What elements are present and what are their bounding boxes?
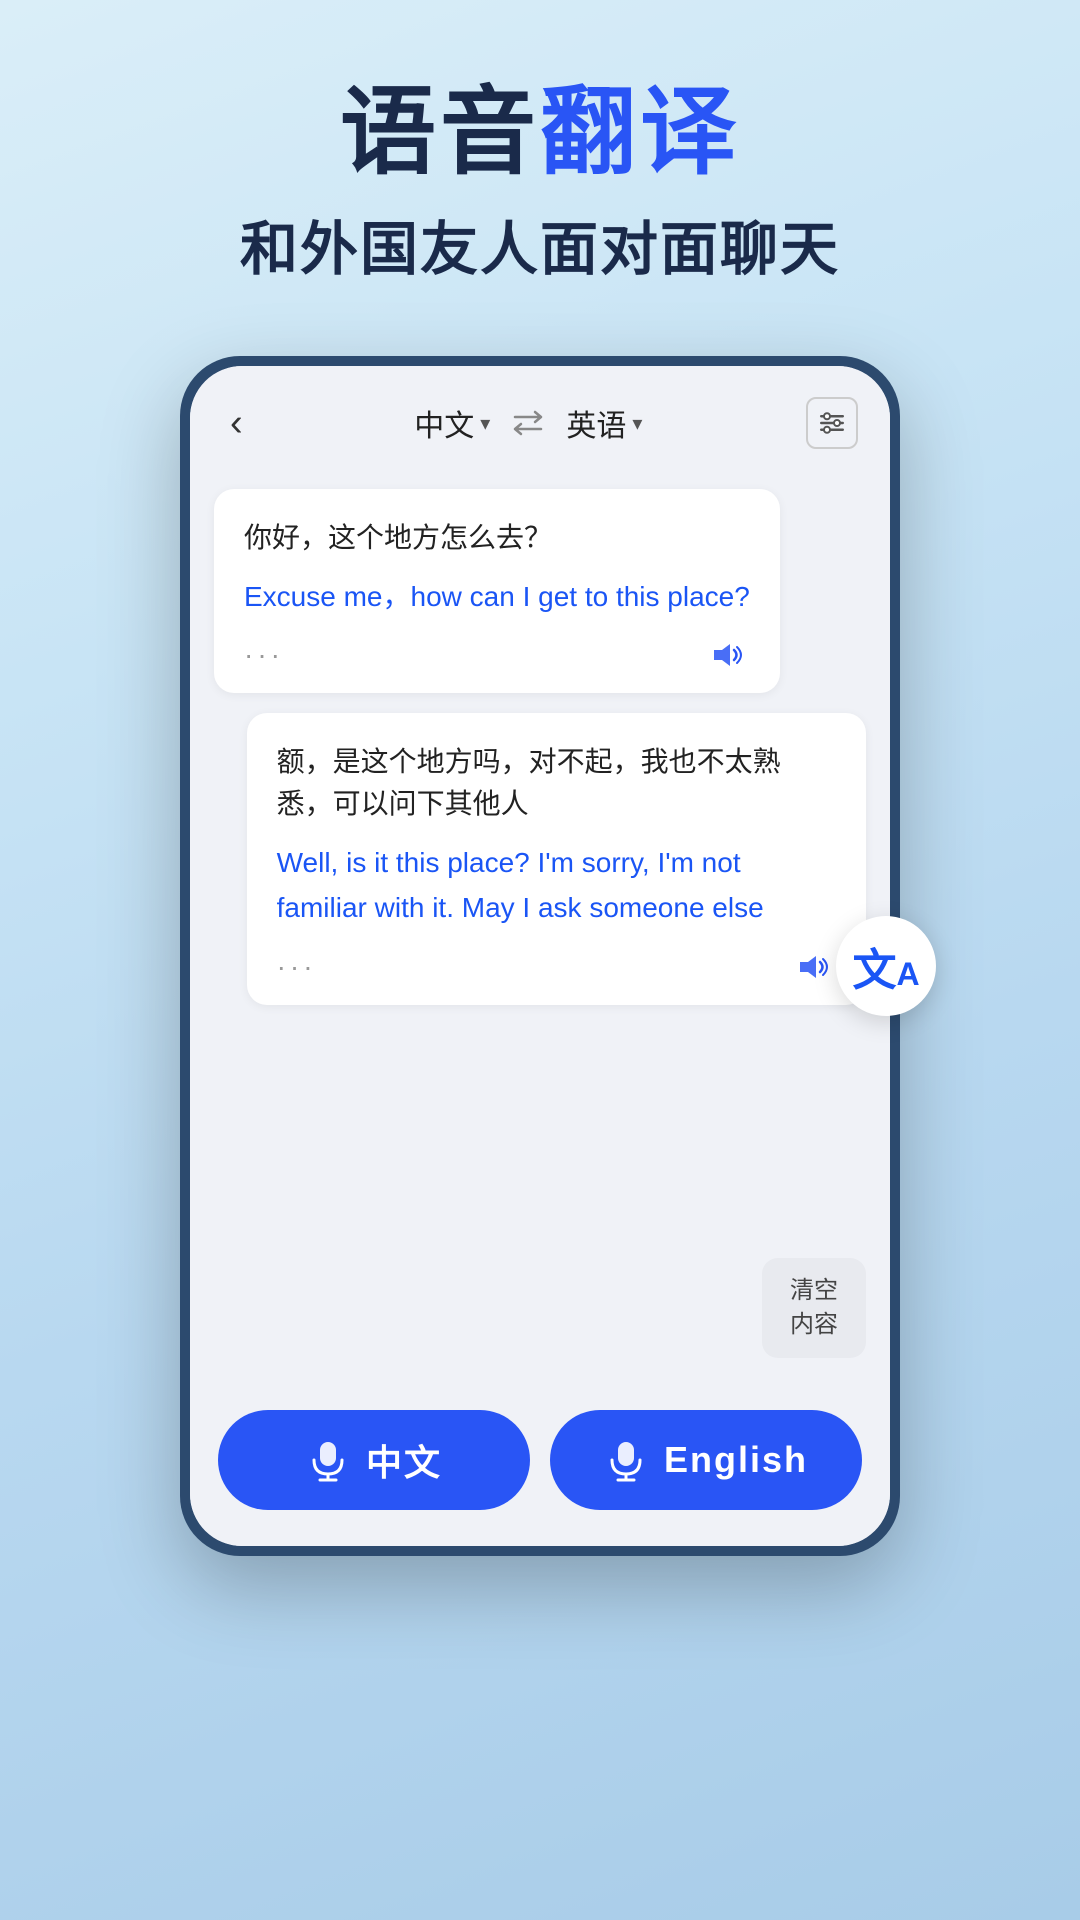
phone-screen: ‹ 中文 ▾ 英语 ▾ (190, 366, 890, 1546)
lang-from-button[interactable]: 中文 ▾ (414, 401, 490, 445)
msg-translated-2: Well, is it this place? I'm sorry, I'm n… (277, 841, 836, 931)
message-bubble-1: 你好，这个地方怎么去？ Excuse me，how can I get to t… (214, 489, 780, 694)
msg-original-2: 额，是这个地方吗，对不起，我也不太熟悉，可以问下其他人 (277, 741, 836, 825)
nav-lang-group: 中文 ▾ 英语 ▾ (263, 401, 794, 445)
mic-english-button[interactable]: English (550, 1410, 862, 1510)
lang-to-arrow: ▾ (632, 411, 642, 436)
bubble-footer-1: ··· (244, 637, 750, 673)
float-icon-text: 文A (852, 934, 919, 998)
mic-chinese-label: 中文 (366, 1434, 442, 1486)
clear-button[interactable]: 清空 内容 (762, 1258, 866, 1357)
headline-part2: 翻译 (540, 79, 740, 186)
dots-2: ··· (277, 951, 317, 983)
nav-bar: ‹ 中文 ▾ 英语 ▾ (190, 366, 890, 473)
floating-translate-icon: 文A (836, 916, 936, 1016)
headline-main: 语音翻译 (240, 80, 840, 186)
msg-translated-1: Excuse me，how can I get to this place? (244, 575, 750, 620)
dots-1: ··· (244, 639, 284, 671)
lang-from-arrow: ▾ (480, 411, 490, 436)
page-wrapper: 语音翻译 和外国友人面对面聊天 文A ‹ 中文 ▾ (0, 0, 1080, 1920)
msg-original-1: 你好，这个地方怎么去？ (244, 517, 750, 559)
headline: 语音翻译 和外国友人面对面聊天 (240, 80, 840, 286)
back-button[interactable]: ‹ (222, 394, 251, 453)
mic-bar: 中文 English (190, 1390, 890, 1546)
speaker-icon-1[interactable] (710, 637, 750, 673)
mic-chinese-button[interactable]: 中文 (218, 1410, 530, 1510)
lang-to-label: 英语 (566, 401, 626, 445)
mic-english-label: English (664, 1439, 808, 1481)
chat-area: 你好，这个地方怎么去？ Excuse me，how can I get to t… (190, 473, 890, 1243)
settings-button[interactable] (806, 397, 858, 449)
phone-mockup: 文A ‹ 中文 ▾ (180, 356, 900, 1556)
clear-line2: 内容 (790, 1308, 838, 1342)
swap-icon[interactable] (506, 401, 550, 445)
clear-line1: 清空 (790, 1274, 838, 1308)
message-bubble-2: 额，是这个地方吗，对不起，我也不太熟悉，可以问下其他人 Well, is it … (247, 713, 866, 1005)
headline-subtitle: 和外国友人面对面聊天 (240, 202, 840, 286)
bubble-footer-2: ··· (277, 949, 836, 985)
headline-part1: 语音 (340, 79, 540, 186)
lang-from-label: 中文 (414, 401, 474, 445)
speaker-icon-2[interactable] (796, 949, 836, 985)
bottom-actions: 清空 内容 (190, 1242, 890, 1389)
lang-to-button[interactable]: 英语 ▾ (566, 401, 642, 445)
